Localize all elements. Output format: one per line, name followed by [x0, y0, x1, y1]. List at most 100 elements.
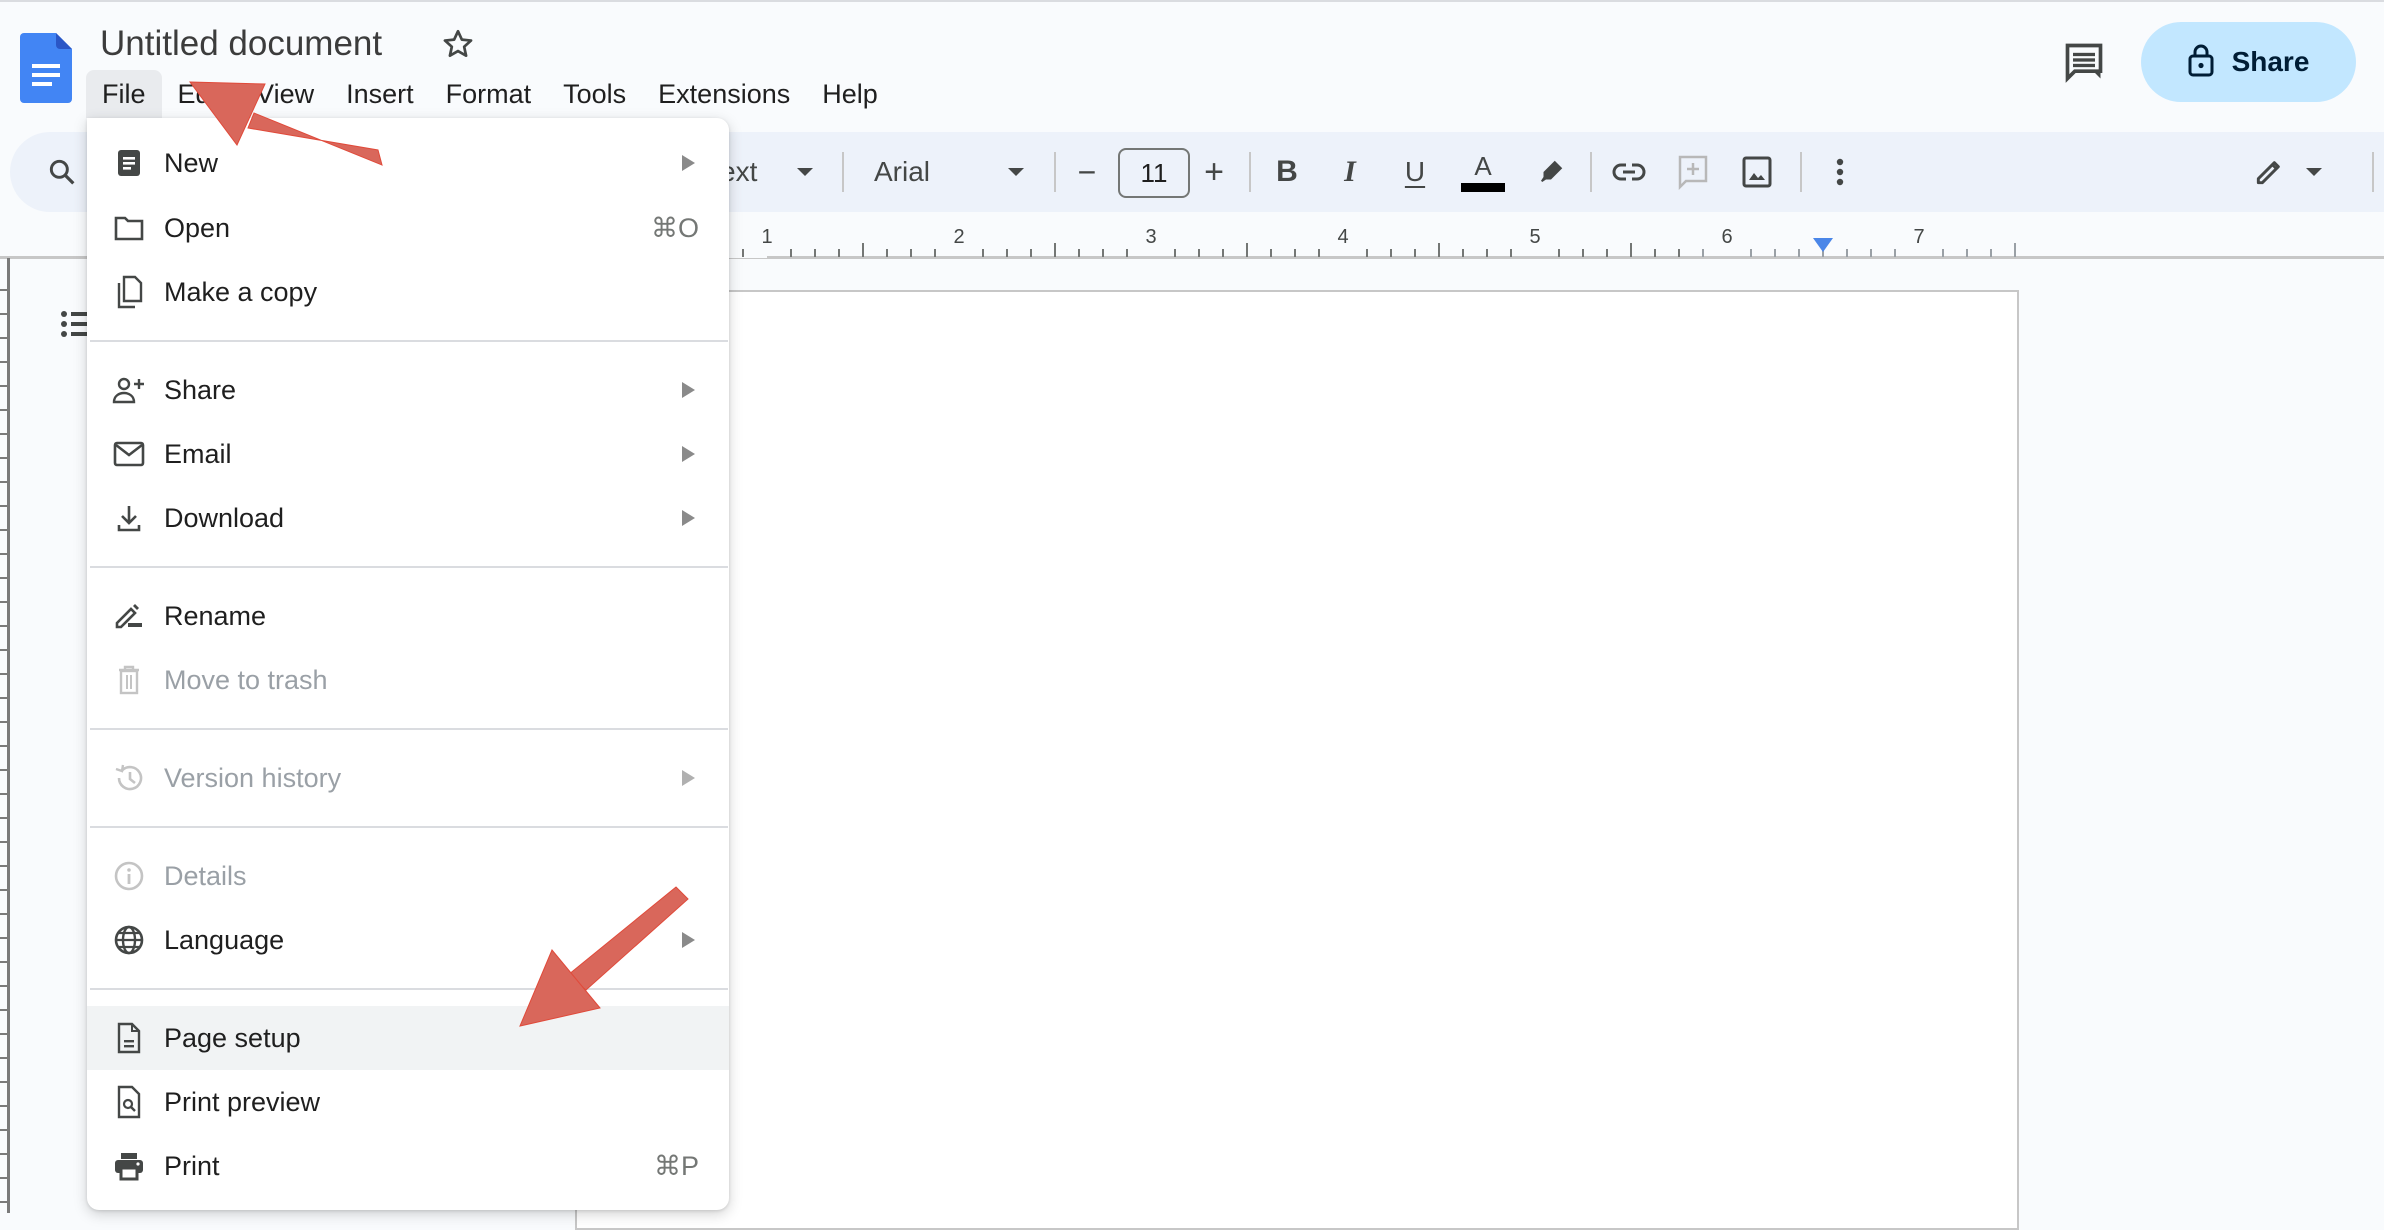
submenu-arrow-icon [682, 510, 695, 526]
menu-item-email[interactable]: Email [87, 422, 729, 486]
font-dropdown[interactable]: Arial [874, 132, 994, 212]
ruler-label: 4 [1337, 226, 1348, 248]
person-add-icon [111, 372, 147, 408]
mail-icon [111, 436, 147, 472]
menu-separator [90, 826, 728, 828]
menu-format[interactable]: Format [430, 70, 548, 118]
share-label: Share [2231, 46, 2310, 77]
ruler-label: 7 [1913, 226, 1924, 248]
document-page[interactable] [575, 290, 2019, 1230]
page-setup-icon [111, 1020, 147, 1056]
document-title[interactable]: Untitled document [100, 22, 382, 66]
menu-help[interactable]: Help [806, 70, 894, 118]
search-menus-icon[interactable] [40, 132, 84, 212]
vertical-ruler-ticks [0, 289, 8, 1203]
menu-edit[interactable]: Edit [162, 70, 241, 118]
globe-icon [111, 922, 147, 958]
menu-item-page-setup[interactable]: Page setup [87, 1006, 729, 1070]
menu-item-shortcut: ⌘P [653, 1150, 699, 1181]
menu-item-download[interactable]: Download [87, 486, 729, 550]
toolbar-separator [842, 152, 844, 192]
file-menu-dropdown: New Open ⌘O Make a copy Share Email Download Re… [87, 118, 729, 1210]
menu-item-label: Download [164, 502, 285, 533]
underline-icon[interactable]: U [1398, 132, 1432, 212]
toolbar-separator [1054, 152, 1056, 192]
menu-item-label: Email [164, 438, 232, 469]
add-comment-icon[interactable] [1674, 132, 1712, 212]
menu-item-label: Move to trash [164, 664, 328, 695]
submenu-arrow-icon [682, 770, 695, 786]
menu-item-details: Details [87, 844, 729, 908]
menu-item-rename[interactable]: Rename [87, 584, 729, 648]
window-top-border [0, 0, 2384, 2]
editing-mode-caret-icon[interactable] [2302, 132, 2326, 212]
menu-item-share[interactable]: Share [87, 358, 729, 422]
menu-item-print[interactable]: Print ⌘P [87, 1134, 729, 1198]
menu-view[interactable]: View [240, 70, 330, 118]
horizontal-ruler[interactable]: 1 2 3 4 5 6 7 [575, 220, 2020, 260]
menu-tools[interactable]: Tools [547, 70, 642, 118]
insert-image-icon[interactable] [1738, 132, 1776, 212]
menu-item-label: Share [164, 374, 237, 405]
info-icon [111, 858, 147, 894]
font-dropdown-caret-icon[interactable] [1006, 132, 1026, 212]
history-icon [111, 760, 147, 796]
menu-item-label: Print preview [164, 1086, 321, 1117]
print-preview-icon [111, 1084, 147, 1120]
ruler-label: 6 [1721, 226, 1732, 248]
bold-icon[interactable]: B [1270, 132, 1304, 212]
toolbar-separator [1590, 152, 1592, 192]
font-size-input[interactable]: 11 [1118, 148, 1190, 198]
menu-bar: File Edit View Insert Format Tools Exten… [86, 70, 894, 118]
download-icon [111, 500, 147, 536]
insert-link-icon[interactable] [1610, 132, 1648, 212]
increase-font-size-button[interactable]: + [1199, 132, 1229, 212]
text-color-swatch [1461, 182, 1505, 192]
comments-icon[interactable] [2062, 40, 2106, 84]
menu-item-print-preview[interactable]: Print preview [87, 1070, 729, 1134]
rename-icon [111, 598, 147, 634]
menu-item-new[interactable]: New [87, 131, 729, 195]
style-dropdown-caret-icon[interactable] [795, 132, 815, 212]
share-button[interactable]: Share [2141, 22, 2356, 102]
italic-icon[interactable]: I [1333, 132, 1367, 212]
lock-icon [2188, 43, 2214, 82]
menu-item-label: Make a copy [164, 276, 318, 307]
new-doc-icon [111, 145, 147, 181]
text-color-icon[interactable]: A [1460, 132, 1506, 212]
menu-item-move-to-trash: Move to trash [87, 648, 729, 712]
toolbar-separator [2372, 152, 2374, 192]
more-options-icon[interactable] [1825, 132, 1855, 212]
decrease-font-size-button[interactable]: − [1072, 132, 1102, 212]
star-icon[interactable] [440, 26, 476, 62]
ruler-label: 1 [761, 226, 772, 248]
menu-extensions[interactable]: Extensions [642, 70, 806, 118]
submenu-arrow-icon [682, 932, 695, 948]
ruler-label: 3 [1145, 226, 1156, 248]
submenu-arrow-icon [682, 382, 695, 398]
menu-item-label: Language [164, 924, 285, 955]
menu-separator [90, 988, 728, 990]
printer-icon [111, 1148, 147, 1184]
folder-icon [111, 210, 147, 246]
menu-item-label: Print [164, 1150, 220, 1181]
highlight-color-icon[interactable] [1532, 132, 1570, 212]
ruler-label: 2 [953, 226, 964, 248]
toolbar-separator [1800, 152, 1802, 192]
copy-icon [111, 274, 147, 310]
menu-item-language[interactable]: Language [87, 908, 729, 972]
toolbar-separator [1249, 152, 1251, 192]
menu-item-label: New [164, 147, 219, 178]
right-indent-marker[interactable] [1813, 238, 1833, 252]
menu-item-label: Details [164, 860, 247, 891]
editing-mode-pencil-icon[interactable] [2250, 132, 2288, 212]
docs-logo-icon[interactable] [20, 33, 72, 103]
menu-item-label: Open [164, 212, 231, 243]
document-outline-icon[interactable] [60, 308, 90, 340]
menu-item-make-a-copy[interactable]: Make a copy [87, 260, 729, 324]
menu-insert[interactable]: Insert [330, 70, 430, 118]
trash-icon [111, 662, 147, 698]
menu-separator [90, 566, 728, 568]
menu-item-open[interactable]: Open ⌘O [87, 196, 729, 260]
menu-file[interactable]: File [86, 70, 162, 118]
